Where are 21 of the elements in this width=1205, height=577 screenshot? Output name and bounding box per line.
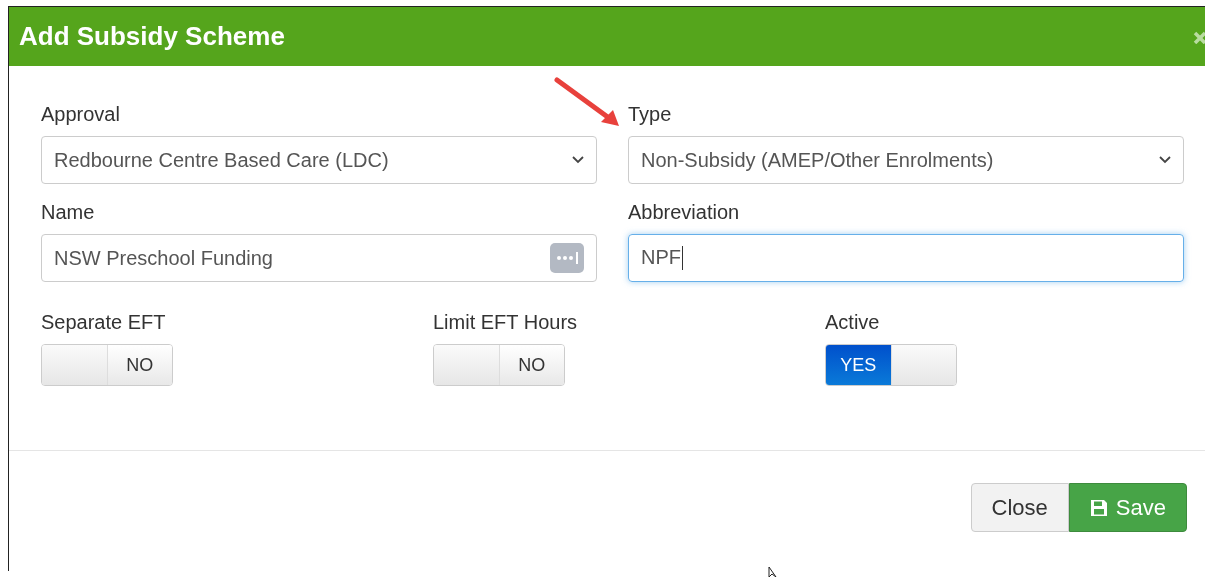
toggle-switch[interactable]: NO [41,344,173,386]
close-icon[interactable] [1193,29,1205,44]
chevron-icon [1159,156,1171,164]
input-field[interactable]: NPF [628,234,1184,282]
input-field[interactable]: NSW Preschool Funding [41,234,597,282]
toggle-label: Active [825,310,881,334]
select-field[interactable]: Non-Subsidy (AMEP/Other Enrolments) [628,136,1184,184]
field-label: Approval [41,102,121,126]
toggle-label: Separate EFT [41,310,167,334]
annotation-arrow [553,76,621,128]
toggle-label: Limit EFT Hours [433,310,579,334]
field-label: Abbreviation [628,200,741,224]
toggle-switch[interactable]: NO [433,344,565,386]
chevron-icon [572,156,584,164]
field-label: Type [628,102,673,126]
dialog-title: Add Subsidy Scheme [19,21,285,52]
select-field[interactable]: Redbourne Centre Based Care (LDC) [41,136,597,184]
toggle-switch[interactable]: YES [825,344,957,386]
ellipsis-icon[interactable] [550,243,584,273]
field-label: Name [41,200,96,224]
close-button[interactable]: Close [970,483,1069,532]
